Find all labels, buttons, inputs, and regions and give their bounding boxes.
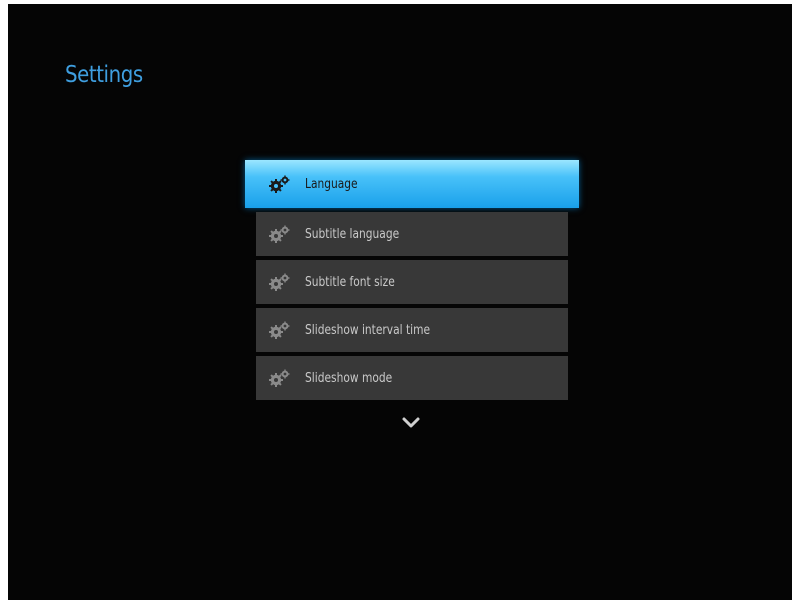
menu-item-slideshow-mode[interactable]: Slideshow mode (256, 356, 568, 400)
menu-item-slideshow-interval-time[interactable]: Slideshow interval time (256, 308, 568, 352)
menu-item-language[interactable]: Language (245, 160, 579, 208)
menu-item-subtitle-language[interactable]: Subtitle language (256, 212, 568, 256)
gear-icon (269, 225, 290, 243)
menu-item-subtitle-font-size[interactable]: Subtitle font size (256, 260, 568, 304)
page-title: Settings (65, 62, 143, 88)
gear-icon (269, 175, 290, 193)
menu-item-label: Language (305, 176, 358, 192)
settings-menu: Language Subtitle language Subtitle font… (245, 160, 579, 404)
chevron-down-icon[interactable] (401, 416, 421, 430)
menu-item-label: Slideshow mode (305, 370, 393, 386)
settings-screen: Settings Language Subtitle language Subt… (8, 4, 792, 600)
menu-item-label: Subtitle font size (305, 274, 395, 290)
gear-icon (269, 321, 290, 339)
gear-icon (269, 369, 290, 387)
gear-icon (269, 273, 290, 291)
menu-item-label: Subtitle language (305, 226, 400, 242)
menu-item-label: Slideshow interval time (305, 322, 431, 338)
